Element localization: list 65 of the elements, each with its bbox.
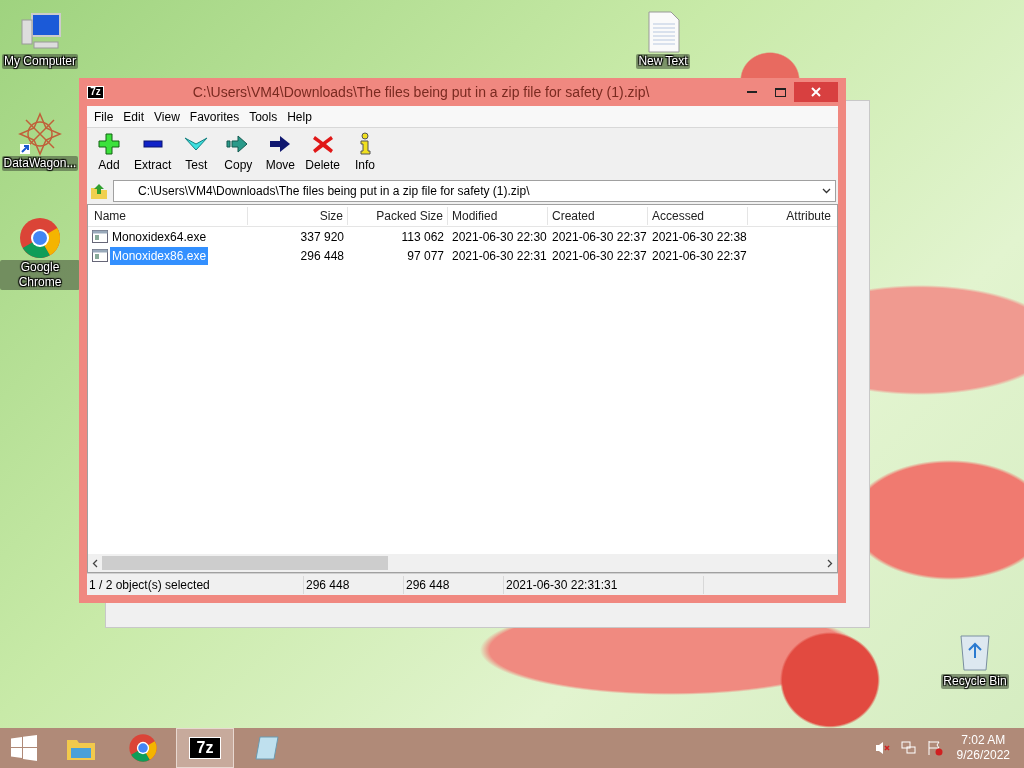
toolbar-button[interactable]: Add	[89, 132, 129, 174]
menu-item[interactable]: File	[89, 107, 119, 126]
menu-item[interactable]: Favorites	[184, 107, 245, 126]
table-cell-text: 296 448	[299, 247, 345, 265]
app-logo-icon: 7z	[189, 737, 221, 759]
close-button[interactable]	[794, 82, 838, 102]
toolbar-button[interactable]: Copy	[218, 132, 259, 174]
status-text: 296 448	[304, 575, 404, 594]
notepad-icon	[252, 733, 282, 763]
status-text: 2021-06-30 22:31:31	[504, 575, 704, 594]
desktop-icon-label[interactable]: DataWagon...	[1, 156, 79, 171]
table-cell-text: 2021-06-30 22:37	[551, 247, 648, 265]
taskbar-button[interactable]: 7z	[176, 728, 234, 768]
column-header[interactable]: Packed Size	[348, 206, 448, 225]
column-header[interactable]: Modified	[448, 206, 548, 225]
status-text: 296 448	[404, 575, 504, 594]
menu-item[interactable]: Edit	[118, 107, 150, 126]
chevron-right-icon	[827, 558, 833, 568]
chrome-icon	[128, 733, 158, 763]
speaker-muted-icon	[874, 740, 891, 756]
status-text: 1 / 2 object(s) selected	[87, 575, 304, 594]
flag-icon	[926, 740, 943, 756]
address-text: C:\Users\VM4\Downloads\The files being put in a zip file for safety (1).zip\	[138, 183, 531, 200]
table-cell-text: 337 920	[299, 228, 345, 246]
close-icon	[811, 87, 821, 97]
chrome-icon	[18, 216, 62, 260]
file-name[interactable]: Monoxidex64.exe	[110, 227, 209, 246]
plus-icon	[96, 132, 122, 156]
star-pattern-icon	[18, 112, 62, 156]
chevron-down-icon	[822, 188, 831, 194]
column-header[interactable]: Accessed	[648, 206, 748, 225]
executable-file-icon	[92, 230, 108, 243]
menu-item[interactable]: View	[149, 107, 185, 126]
minimize-icon	[747, 90, 757, 94]
chevron-left-icon	[92, 558, 98, 568]
maximize-icon	[774, 87, 786, 97]
table-cell-text: 2021-06-30 22:30	[451, 228, 548, 246]
windows-logo-icon	[11, 735, 37, 761]
table-cell-text: 2021-06-30 22:37	[551, 228, 648, 246]
app-logo-icon: 7z	[87, 85, 104, 99]
table-cell-text: 2021-06-30 22:31	[451, 247, 548, 265]
column-header[interactable]: Size	[248, 206, 348, 225]
table-cell-text: 97 077	[406, 247, 445, 265]
desktop-icon-label[interactable]: My Computer	[2, 54, 78, 69]
address-field[interactable]: C:\Users\VM4\Downloads\The files being put in a zip file for safety (1).zip\	[113, 180, 836, 202]
menu-item[interactable]: Tools	[244, 107, 283, 126]
toolbar-button[interactable]: Extract	[131, 132, 175, 174]
folder-up-icon	[89, 182, 109, 200]
scrollbar-thumb[interactable]	[102, 556, 388, 570]
table-cell-text: 2021-06-30 22:37	[651, 247, 748, 265]
column-header[interactable]: Created	[548, 206, 648, 225]
toolbar-button[interactable]: Move	[260, 132, 301, 174]
network-icon	[900, 740, 917, 756]
executable-file-icon	[92, 249, 108, 262]
toolbar-button[interactable]: Test	[176, 132, 217, 174]
desktop-icon-label[interactable]: Google Chrome	[0, 260, 80, 290]
window-title: C:\Users\VM4\Downloads\The files being put in a zip file for safety (1).zip\	[191, 82, 651, 102]
column-header[interactable]: Attribute	[748, 206, 837, 225]
table-cell-text: 2021-06-30 22:38	[651, 228, 748, 246]
table-cell-text: 113 062	[400, 228, 445, 246]
horizontal-scrollbar[interactable]	[88, 554, 837, 572]
toolbar-button[interactable]: Delete	[302, 132, 344, 174]
menu-item[interactable]: Help	[282, 107, 317, 126]
toolbar-button[interactable]: Info	[345, 132, 386, 174]
column-header[interactable]: Name	[88, 206, 248, 225]
